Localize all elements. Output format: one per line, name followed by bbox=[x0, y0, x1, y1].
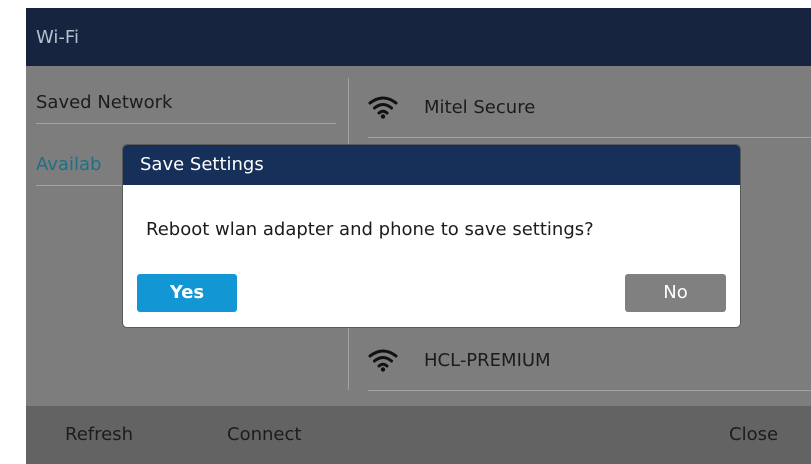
window-title: Wi-Fi bbox=[36, 26, 79, 48]
wifi-icon bbox=[368, 96, 398, 119]
dialog-title: Save Settings bbox=[123, 145, 740, 185]
network-name: Mitel Secure bbox=[424, 96, 536, 118]
network-row-mitel-secure[interactable]: Mitel Secure bbox=[368, 77, 811, 138]
dialog-message: Reboot wlan adapter and phone to save se… bbox=[146, 219, 594, 240]
title-bar: Wi-Fi bbox=[26, 8, 811, 66]
yes-button[interactable]: Yes bbox=[137, 274, 237, 312]
refresh-softkey[interactable]: Refresh bbox=[65, 406, 133, 464]
left-item-label: Availab bbox=[36, 154, 102, 175]
close-softkey[interactable]: Close bbox=[729, 406, 778, 464]
save-settings-dialog: Save Settings Reboot wlan adapter and ph… bbox=[123, 145, 740, 327]
network-name: HCL-PREMIUM bbox=[424, 349, 551, 371]
no-button[interactable]: No bbox=[625, 274, 726, 312]
network-row-hcl-premium[interactable]: HCL-PREMIUM bbox=[368, 330, 811, 391]
left-item-saved-network[interactable]: Saved Network bbox=[36, 83, 336, 124]
left-item-label: Saved Network bbox=[36, 92, 173, 113]
phone-screen: Wi-Fi Saved Network Availab Mitel Secure bbox=[26, 8, 811, 464]
wifi-icon bbox=[368, 349, 398, 372]
connect-softkey[interactable]: Connect bbox=[227, 406, 301, 464]
softkey-bar: Refresh Connect Close bbox=[26, 406, 811, 464]
